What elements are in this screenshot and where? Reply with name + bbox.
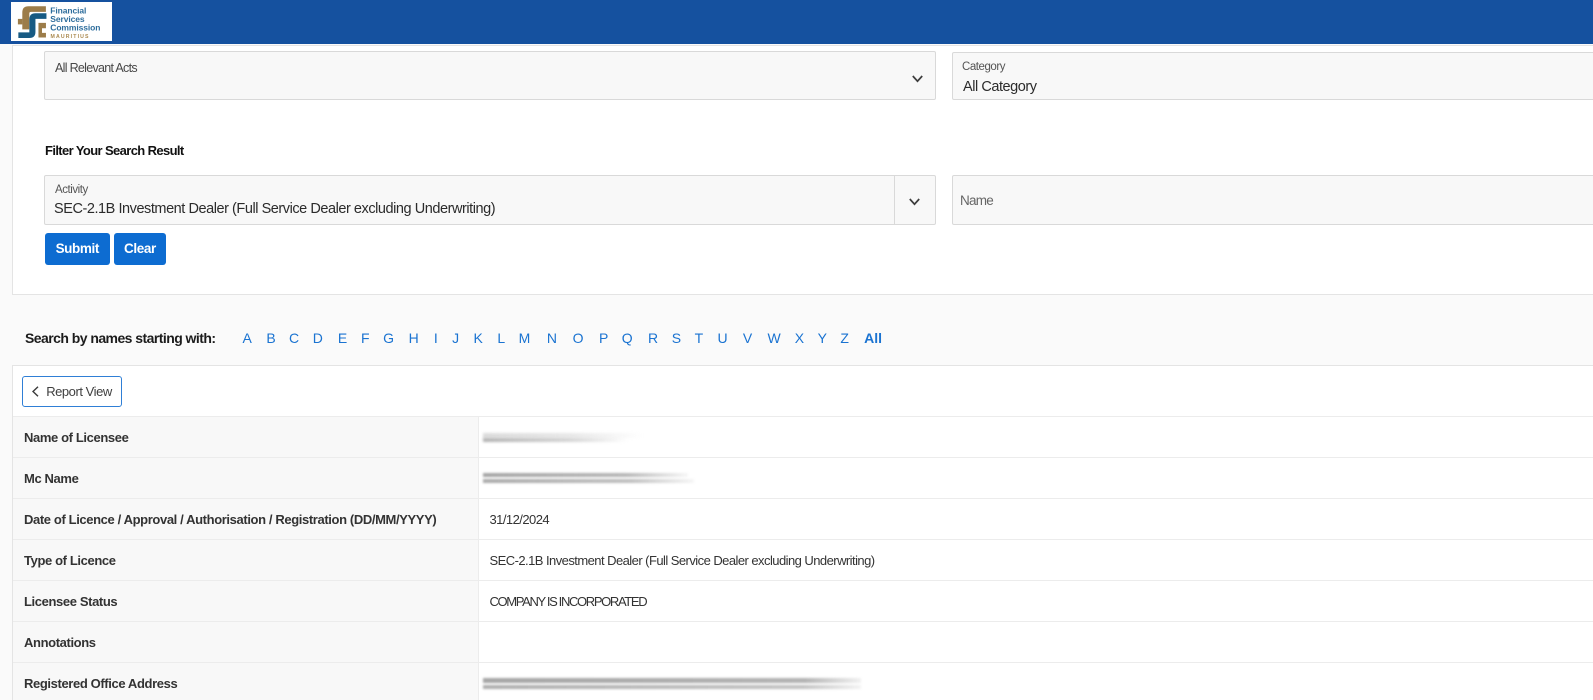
svg-text:Commission: Commission [50,22,100,32]
svg-text:MAURITIUS: MAURITIUS [51,34,90,40]
